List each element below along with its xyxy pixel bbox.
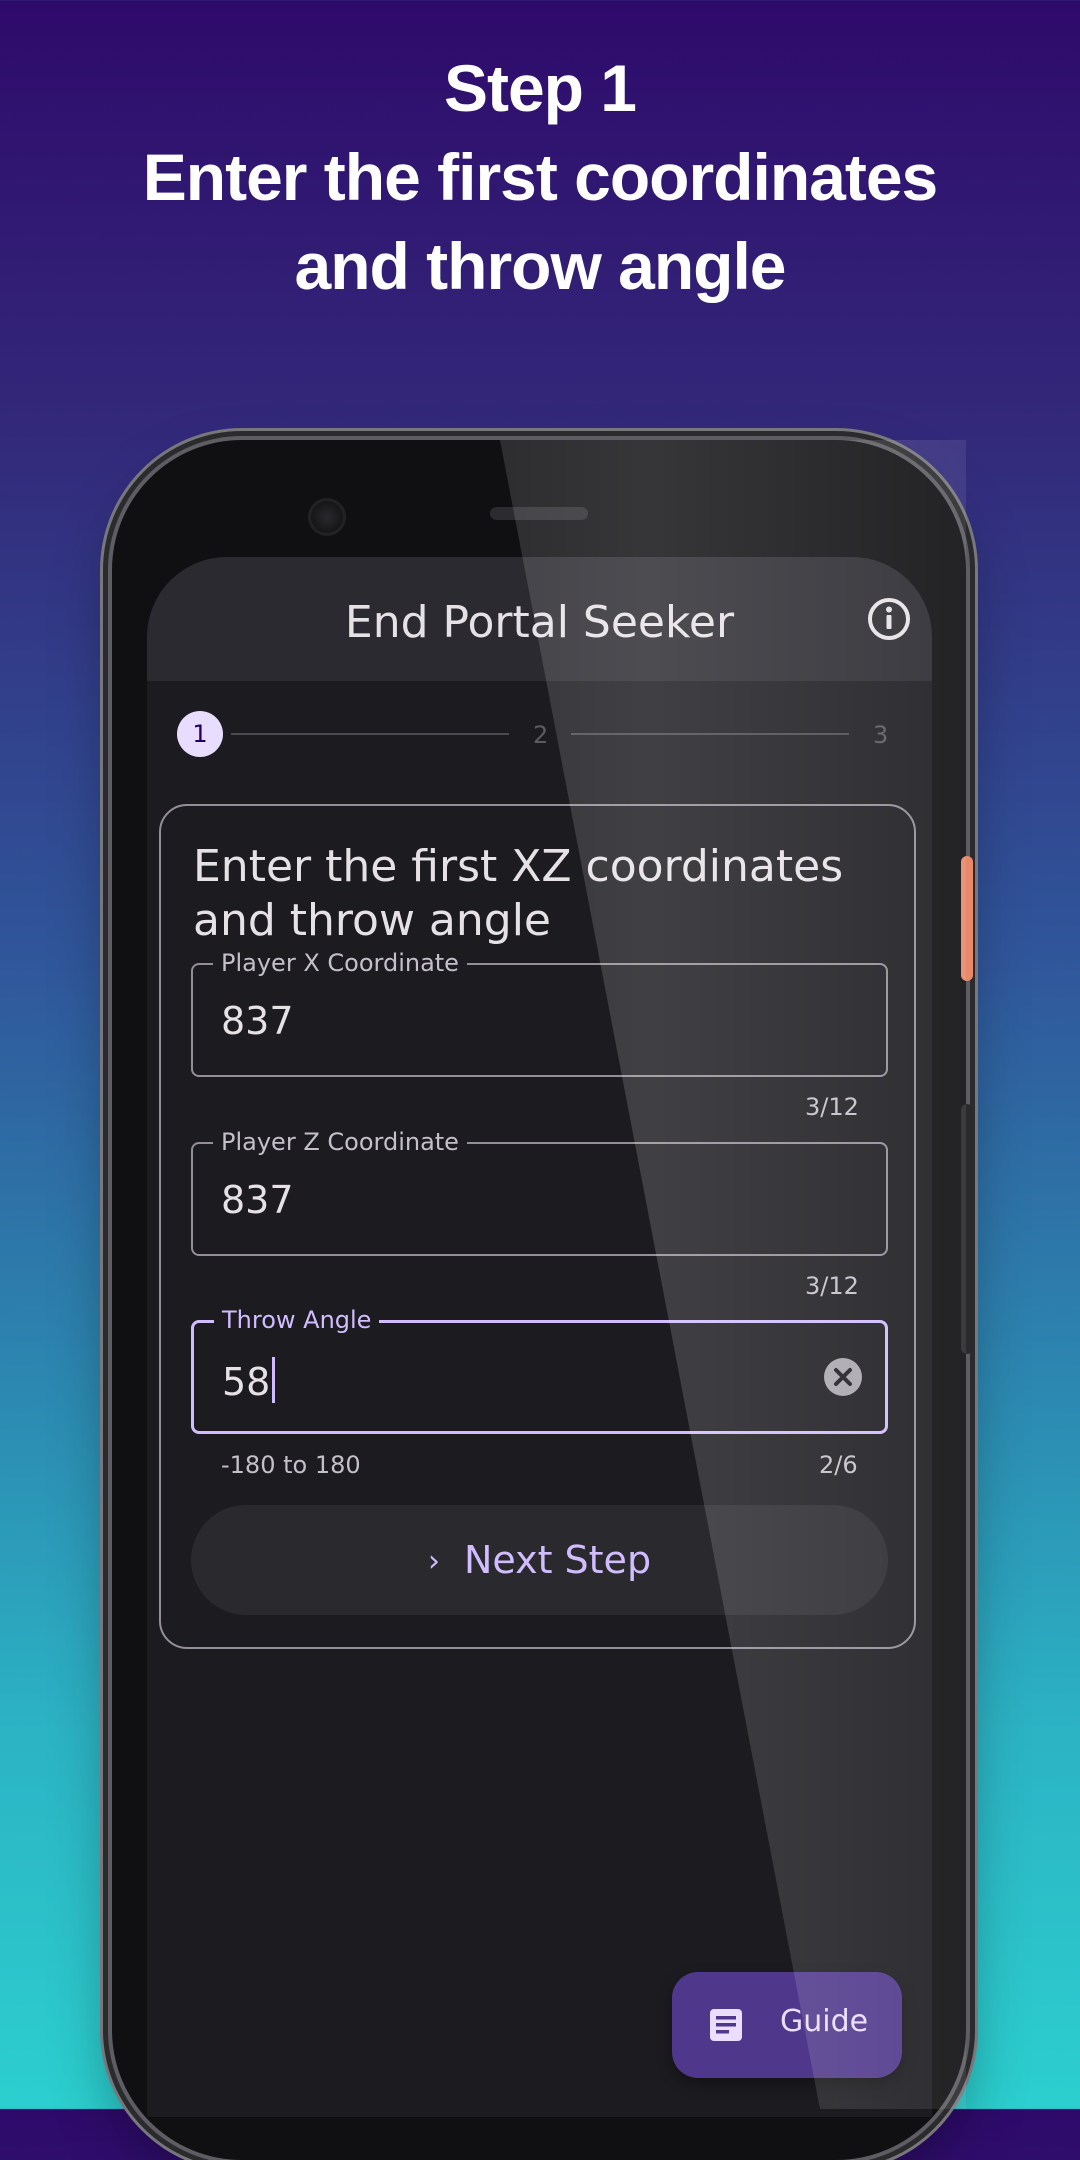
info-icon <box>868 598 910 640</box>
step-2-indicator[interactable]: 2 <box>533 721 548 749</box>
next-step-label: Next Step <box>463 1538 652 1582</box>
headline-line-3: and throw angle <box>294 229 786 303</box>
earpiece-speaker <box>490 507 588 520</box>
app-title: End Portal Seeker <box>344 597 735 648</box>
player-x-field[interactable]: Player X Coordinate 837 <box>191 949 888 1077</box>
throw-angle-value: 58 <box>222 1360 271 1404</box>
step-1-indicator[interactable]: 1 <box>177 711 223 757</box>
guide-button[interactable]: Guide <box>672 1972 902 2078</box>
text-caret <box>272 1357 276 1403</box>
article-icon <box>710 2009 742 2041</box>
volume-button <box>961 1104 973 1354</box>
throw-angle-counter: 2/6 <box>819 1451 858 1479</box>
info-button[interactable] <box>865 595 913 643</box>
throw-angle-range: -180 to 180 <box>221 1451 361 1479</box>
step-connector-2 <box>571 733 849 735</box>
step-3-indicator[interactable]: 3 <box>873 721 888 749</box>
guide-label: Guide <box>780 2004 869 2039</box>
player-z-value: 837 <box>221 1178 294 1222</box>
clear-icon <box>824 1358 862 1396</box>
card-title: Enter the first XZ coordinates and throw… <box>193 841 844 946</box>
throw-angle-label: Throw Angle <box>214 1306 380 1334</box>
clear-button[interactable] <box>822 1356 864 1398</box>
headline-line-2: Enter the first coordinates <box>142 140 939 214</box>
player-z-label: Player Z Coordinate <box>213 1128 467 1156</box>
input-card: Enter the first XZ coordinates and throw… <box>159 804 916 1649</box>
next-step-button[interactable]: › Next Step <box>191 1505 888 1615</box>
player-z-field[interactable]: Player Z Coordinate 837 <box>191 1128 888 1256</box>
front-camera <box>308 498 346 536</box>
headline-step: Step 1 <box>443 51 637 125</box>
player-z-counter: 3/12 <box>805 1272 859 1300</box>
player-x-value: 837 <box>221 999 294 1043</box>
throw-angle-value-wrap: 58 <box>222 1357 276 1404</box>
top-app-bar: End Portal Seeker <box>147 557 932 681</box>
player-x-counter: 3/12 <box>805 1093 859 1121</box>
throw-angle-field[interactable]: Throw Angle 58 <box>191 1306 888 1434</box>
headline: Step 1 Enter the first coordinates and t… <box>0 44 1080 311</box>
chevron-right-icon: › <box>427 1544 440 1579</box>
step-connector-1 <box>231 733 509 735</box>
power-button <box>961 856 973 981</box>
app-screen: End Portal Seeker 1 2 3 Enter the first … <box>147 557 932 2117</box>
player-x-label: Player X Coordinate <box>213 949 467 977</box>
